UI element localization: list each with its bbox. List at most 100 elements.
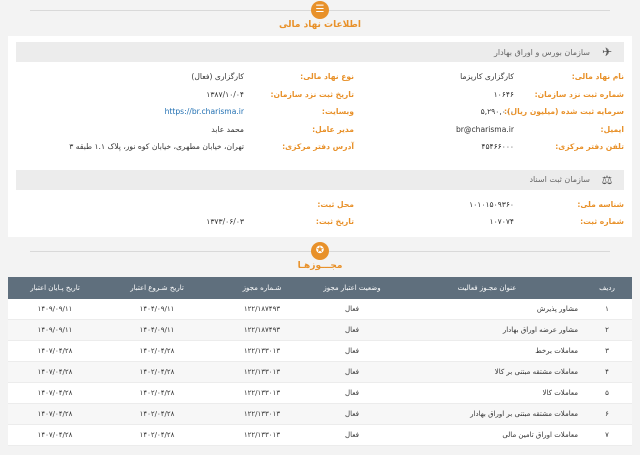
org-name: سازمان ثبت اسناد (529, 175, 590, 184)
end-date: ۱۴۰۹/۰۹/۱۱ (8, 319, 102, 341)
field-label: تاریخ ثبت: (315, 217, 354, 226)
registry-fields: شناسه ملی: ۱۰۱۰۱۵۰۹۳۶۰ محل ثبت: شماره ثب… (16, 196, 624, 231)
end-date: ۱۴۰۷/۰۴/۲۸ (8, 424, 102, 446)
org-bar: ✈ سازمان بورس و اوراق بهادار (16, 42, 624, 62)
field-label: ایمیل: (600, 124, 624, 134)
table-row: ۵ معاملات کالا فعال ۱۲۲/۱۳۳۰۱۳ ۱۴۰۲/۰۴/۲۸ ۱۴۰… (8, 382, 632, 404)
license-title: معاملات اوراق تامین مالی (392, 424, 582, 446)
license-number: ۱۲۲/۱۳۳۰۱۳ (212, 361, 312, 383)
table-row: ۷ معاملات اوراق تامین مالی فعال ۱۲۲/۱۳۳۰۱۳ ۱… (8, 424, 632, 446)
license-number: ۱۲۲/۱۳۳۰۱۳ (212, 424, 312, 446)
field-label: تاریخ ثبت نزد سازمان: (270, 89, 354, 99)
license-status: فعال (312, 340, 392, 362)
start-date: ۱۴۰۴/۰۹/۱۱ (102, 319, 212, 341)
field-value: ۵,۲۹۰,۰۰۰ (480, 107, 514, 116)
row-index: ۵ (582, 382, 632, 404)
table-row: ۴ معاملات مشتقه مبتنی بر کالا فعال ۱۲۲/۱۳۳۰… (8, 361, 632, 383)
list-icon: ☰ (311, 1, 329, 19)
table-row: ۳ معاملات برخط فعال ۱۲۲/۱۳۳۰۱۳ ۱۴۰۲/۰۴/۲۸ ۱۴۰… (8, 340, 632, 362)
license-title: مشاور عرضه اوراق بهادار (392, 319, 582, 341)
field-value: ۱۳۷۳/۰۶/۰۳ (206, 217, 244, 226)
section-title: مجـــوزهـا (297, 260, 343, 271)
field-value: ۱۰۱۰۱۵۰۹۳۶۰ (469, 199, 514, 209)
field-label: شماره ثبت نزد سازمان: (534, 89, 624, 99)
end-date: ۱۴۰۷/۰۴/۲۸ (8, 403, 102, 425)
license-status: فعال (312, 298, 392, 320)
license-status: فعال (312, 403, 392, 425)
org-name: سازمان بورس و اوراق بهادار (493, 47, 590, 57)
field-value (16, 196, 244, 214)
row-index: ۶ (582, 403, 632, 425)
licenses-table: ردیف عنوان مجـوز فعالیت وضعیت اعتبار مجو… (8, 276, 632, 446)
field-label: نوع نهاد مالی: (300, 72, 354, 81)
section-title: اطلاعات نهاد مالی (279, 20, 361, 30)
end-date: ۱۴۰۷/۰۴/۲۸ (8, 361, 102, 383)
license-status: فعال (312, 382, 392, 404)
column-header: وضعیت اعتبار مجوز (312, 276, 392, 299)
license-number: ۱۲۲/۱۸۷۴۹۳ (212, 298, 312, 320)
licenses-table-wrap: ردیف عنوان مجـوز فعالیت وضعیت اعتبار مجو… (8, 276, 632, 446)
field-label: تلفن دفتر مرکزی: (555, 142, 624, 151)
end-date: ۱۴۰۷/۰۴/۲۸ (8, 382, 102, 404)
license-number: ۱۲۲/۱۸۷۴۹۳ (212, 319, 312, 341)
column-header: ردیف (582, 276, 632, 299)
row-index: ۱ (582, 298, 632, 320)
license-number: ۱۲۲/۱۳۳۰۱۳ (212, 340, 312, 362)
end-date: ۱۴۰۹/۰۹/۱۱ (8, 298, 102, 320)
field-value: کارگزاری (فعال) (191, 72, 244, 81)
financial-fields: نام نهاد مالی: کارگزاری کاریزما نوع نهاد… (16, 68, 624, 156)
certificate-icon: ✪ (311, 241, 329, 260)
column-header: عنوان مجـوز فعالیت (392, 276, 582, 299)
license-status: فعال (312, 424, 392, 446)
start-date: ۱۴۰۲/۰۴/۲۸ (102, 382, 212, 404)
start-date: ۱۴۰۴/۰۹/۱۱ (102, 298, 212, 320)
row-index: ۷ (582, 424, 632, 446)
license-status: فعال (312, 361, 392, 383)
license-number: ۱۲۲/۱۳۳۰۱۳ (212, 403, 312, 425)
sebo-logo-icon: ✈ (601, 45, 613, 59)
website-link[interactable]: https://br.charisma.ir (16, 103, 244, 121)
registry-org-bar: ⚖ سازمان ثبت اسناد (16, 169, 624, 190)
licenses-section-header: ✪ مجـــوزهـا (0, 241, 640, 277)
field-value: ۱۳۸۷/۱۰/۰۴ (206, 89, 244, 99)
field-value: ۱۰۶۴۶ (493, 89, 514, 99)
license-title: معاملات مشتقه مبتنی بر اوراق بهادار (392, 403, 582, 425)
license-title: معاملات برخط (392, 340, 582, 362)
financial-card: ✈ سازمان بورس و اوراق بهادار نام نهاد ما… (8, 36, 632, 237)
start-date: ۱۴۰۲/۰۴/۲۸ (102, 403, 212, 425)
field-label: سرمایه ثبت شده (میلیون ریال): (504, 107, 624, 116)
field-label: وبسایت: (321, 107, 354, 116)
table-row: ۱ مشاور پذیرش فعال ۱۲۲/۱۸۷۴۹۳ ۱۴۰۴/۰۹/۱۱ ۱۴۰۹… (8, 298, 632, 320)
column-header: تاریخ شـروع اعتبار (102, 276, 212, 299)
end-date: ۱۴۰۷/۰۴/۲۸ (8, 340, 102, 362)
registry-logo-icon: ⚖ (601, 172, 613, 187)
financial-section-header: ☰ اطلاعات نهاد مالی (0, 0, 640, 36)
license-title: معاملات کالا (392, 382, 582, 404)
row-index: ۳ (582, 340, 632, 362)
field-value: ۱۰۷۰۷۴ (489, 217, 514, 226)
row-index: ۲ (582, 319, 632, 341)
start-date: ۱۴۰۲/۰۴/۲۸ (102, 361, 212, 383)
start-date: ۱۴۰۲/۰۴/۲۸ (102, 340, 212, 362)
table-row: ۲ مشاور عرضه اوراق بهادار فعال ۱۲۲/۱۸۷۴۹۳ ۱۴… (8, 319, 632, 341)
email-value: br@charisma.ir (455, 124, 514, 134)
field-value: ۴۵۴۶۶۰۰۰ (481, 142, 514, 151)
field-label: محل ثبت: (317, 199, 354, 209)
address-value: تهران، خیابان مطهری، خیابان کوه نور، پلا… (69, 142, 244, 151)
column-header: تاریخ پـایان اعتبار (8, 276, 102, 299)
field-value: کارگزاری کاریزما (460, 72, 514, 81)
license-title: مشاور پذیرش (392, 298, 582, 320)
start-date: ۱۴۰۲/۰۴/۲۸ (102, 424, 212, 446)
field-label: شناسه ملی: (577, 199, 624, 209)
field-label: آدرس دفتر مرکزی: (282, 142, 354, 151)
license-number: ۱۲۲/۱۳۳۰۱۳ (212, 382, 312, 404)
field-value: محمد عابد (211, 124, 244, 134)
table-row: ۶ معاملات مشتقه مبتنی بر اوراق بهادار فعال… (8, 403, 632, 425)
field-label: شماره ثبت: (580, 217, 624, 226)
field-label: نام نهاد مالی: (571, 72, 624, 81)
row-index: ۴ (582, 361, 632, 383)
license-status: فعال (312, 319, 392, 341)
column-header: شـماره مجوز (212, 276, 312, 299)
field-label: مدیر عامل: (312, 124, 354, 134)
license-title: معاملات مشتقه مبتنی بر کالا (392, 361, 582, 383)
